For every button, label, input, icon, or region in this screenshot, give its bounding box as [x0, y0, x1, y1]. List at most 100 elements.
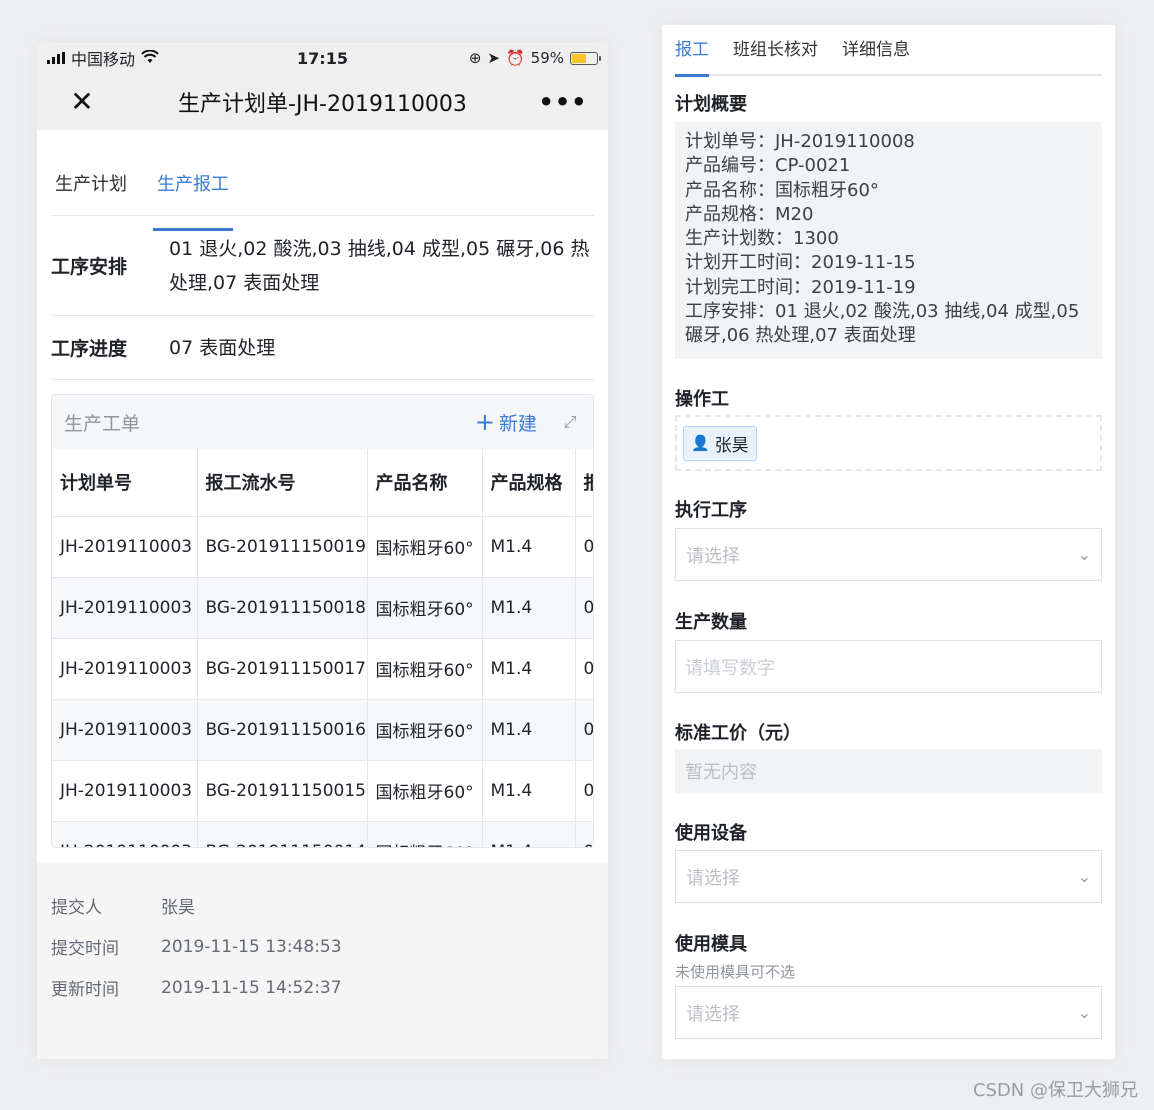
plus-icon: +	[474, 408, 495, 436]
cell: 0	[575, 699, 593, 761]
submit-time-label: 提交时间	[51, 939, 119, 959]
table-row[interactable]: JH-2019110003 BG-201911150015 国标粗牙60° M1…	[52, 760, 593, 822]
update-time-value: 2019-11-15 14:52:37	[161, 977, 342, 998]
submit-time-row: 提交时间 2019-11-15 13:48:53	[37, 926, 608, 967]
tab-production-report[interactable]: 生产报工	[153, 170, 233, 231]
submitter-row: 提交人 张昊	[37, 885, 608, 926]
std-price-value: 暂无内容	[675, 749, 1102, 793]
cell: BG-201911150018	[197, 577, 368, 639]
cell: BG-201911150016	[197, 699, 368, 761]
exec-step-select[interactable]: 请选择 ⌄	[675, 528, 1102, 581]
std-price-text: 暂无内容	[685, 762, 757, 783]
table-row[interactable]: JH-2019110003 BG-201911150016 国标粗牙60° M1…	[52, 699, 593, 761]
cell: M1.4	[482, 760, 576, 822]
plan-summary-box: 计划单号：JH-2019110008 产品编号：CP-0021 产品名称：国标粗…	[675, 122, 1102, 359]
column-header[interactable]: 产品名称	[367, 449, 483, 517]
equipment-select[interactable]: 请选择 ⌄	[675, 850, 1102, 903]
submit-info: 提交人 张昊 提交时间 2019-11-15 13:48:53 更新时间 201…	[37, 863, 608, 1059]
submit-time-value: 2019-11-15 13:48:53	[161, 936, 342, 957]
battery-percent: 59%	[530, 49, 564, 67]
exec-step-placeholder: 请选择	[686, 545, 740, 567]
submitter-value: 张昊	[161, 898, 195, 918]
operator-name: 张昊	[714, 435, 749, 456]
cell: 0	[575, 516, 593, 578]
std-price-label: 标准工价（元）	[675, 723, 801, 744]
location-icon: ➤	[487, 49, 500, 67]
tab-team-leader-check[interactable]: 班组长核对	[733, 25, 818, 75]
column-header[interactable]: 产品规格	[482, 449, 576, 517]
cell: 0	[575, 577, 593, 639]
cell: 国标粗牙60°	[367, 760, 483, 822]
cell: 0	[575, 821, 593, 847]
mold-hint: 未使用模具可不选	[675, 963, 796, 981]
submitter-label: 提交人	[51, 898, 102, 918]
summary-line: 计划开工时间：2019-11-15	[685, 252, 916, 274]
cell: 国标粗牙60°	[367, 577, 483, 639]
chevron-down-icon: ⌄	[1077, 1003, 1091, 1022]
cell: M1.4	[482, 699, 576, 761]
cell: 国标粗牙60°	[367, 516, 483, 578]
cell: M1.4	[482, 821, 576, 847]
summary-line: 碾牙,06 热处理,07 表面处理	[685, 325, 916, 347]
tab-report[interactable]: 报工	[675, 25, 709, 77]
more-options-icon[interactable]: •••	[518, 88, 608, 116]
process-arrange-value: 01 退火,02 酸洗,03 抽线,04 成型,05 碾牙,06 热处理,07 …	[169, 237, 590, 294]
table-row[interactable]: JH-2019110003 BG-201911150018 国标粗牙60° M1…	[52, 577, 593, 639]
cell: 0	[575, 760, 593, 822]
mold-select[interactable]: 请选择 ⌄	[675, 986, 1102, 1039]
work-order-panel: 生产工单 + 新建 ⤢ 计划单号 报工流水号 产品名称 产品规格 报 JH-2	[51, 394, 594, 848]
close-icon[interactable]: ✕	[37, 85, 127, 118]
cell: 国标粗牙60°	[367, 638, 483, 700]
equipment-placeholder: 请选择	[686, 867, 740, 889]
cell: M1.4	[482, 638, 576, 700]
nav-bar: ✕ 生产计划单-JH-2019110003 •••	[37, 73, 608, 130]
operator-label: 操作工	[675, 389, 729, 410]
chevron-down-icon: ⌄	[1077, 545, 1091, 564]
status-left: 中国移动	[47, 46, 159, 70]
operator-chip[interactable]: 👤 张昊	[683, 425, 757, 461]
signal-icon	[47, 52, 65, 64]
carrier-name: 中国移动	[71, 50, 136, 69]
summary-line: 计划单号：JH-2019110008	[685, 131, 915, 152]
summary-line: 计划完工时间：2019-11-19	[685, 276, 916, 298]
table-row[interactable]: JH-2019110003 BG-201911150019 国标粗牙60° M1…	[52, 516, 593, 578]
column-header[interactable]: 报工流水号	[197, 449, 368, 517]
watermark: CSDN @保卫大狮兄	[972, 1080, 1138, 1101]
process-arrange-row: 工序安排 01 退火,02 酸洗,03 抽线,04 成型,05 碾牙,06 热处…	[51, 216, 594, 316]
process-progress-label: 工序进度	[51, 338, 128, 360]
summary-line: 产品规格：M20	[685, 203, 814, 225]
report-tabs: 报工 班组长核对 详细信息	[675, 25, 1102, 77]
quantity-placeholder: 请填写数字	[685, 657, 775, 679]
cell: JH-2019110003	[52, 760, 198, 822]
tab-production-plan[interactable]: 生产计划	[51, 170, 131, 215]
mobile-app-frame: 中国移动 17:15 ⊕ ➤ ⏰ 59% ✕ 生产计划单-JH-20191100…	[37, 43, 608, 1059]
work-order-header: 生产工单 + 新建 ⤢	[52, 395, 593, 449]
cell: JH-2019110003	[52, 821, 198, 847]
alarm-icon: ⏰	[505, 49, 525, 67]
plan-summary-label: 计划概要	[675, 94, 747, 115]
user-icon: 👤	[691, 434, 710, 452]
process-progress-value: 07 表面处理	[169, 336, 276, 359]
summary-line: 产品编号：CP-0021	[685, 155, 851, 177]
cell: JH-2019110003	[52, 699, 198, 761]
cell: BG-201911150017	[197, 638, 368, 700]
column-header[interactable]: 报	[575, 449, 593, 517]
operator-picker[interactable]: 👤 张昊	[675, 415, 1102, 471]
summary-line: 生产计划数：1300	[685, 228, 839, 250]
wifi-icon	[141, 49, 159, 68]
tab-details[interactable]: 详细信息	[842, 25, 910, 75]
cell: BG-201911150014	[197, 821, 368, 847]
exec-step-label: 执行工序	[675, 500, 747, 521]
table-row[interactable]: JH-2019110003 BG-201911150014 国标粗牙60° M1…	[52, 821, 593, 847]
cell: JH-2019110003	[52, 577, 198, 639]
column-header[interactable]: 计划单号	[52, 449, 198, 517]
table-row[interactable]: JH-2019110003 BG-201911150017 国标粗牙60° M1…	[52, 638, 593, 700]
mold-label: 使用模具	[675, 934, 747, 955]
cell: JH-2019110003	[52, 516, 198, 578]
cell: JH-2019110003	[52, 638, 198, 700]
new-label: 新建	[498, 412, 537, 435]
new-work-order-button[interactable]: + 新建	[475, 409, 537, 436]
expand-icon[interactable]: ⤢	[559, 412, 581, 432]
quantity-input[interactable]: 请填写数字	[675, 640, 1102, 693]
plan-tabs: 生产计划 生产报工	[51, 170, 594, 231]
